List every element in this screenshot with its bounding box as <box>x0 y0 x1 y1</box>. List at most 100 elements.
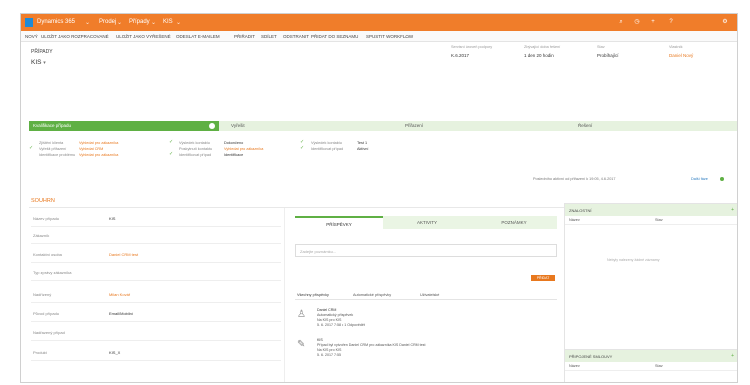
add-post-button[interactable]: PŘIDAT <box>531 275 555 281</box>
step-value[interactable]: Dokončeno <box>224 141 243 145</box>
field-label: Název případu <box>33 216 60 221</box>
filter-auto-posts[interactable]: Automatické příspěvky <box>353 293 391 297</box>
field-value[interactable]: Milan Kovář <box>109 292 130 297</box>
filter-user-posts[interactable]: Uživatelské <box>420 293 439 297</box>
activity-item[interactable]: ♙ Daniel CRM Automatický příspěvek Na KI… <box>295 306 557 332</box>
stage-resolve[interactable]: Vyřešit <box>227 121 387 131</box>
panel-header: ZNALOSTNÍ + <box>565 204 737 216</box>
entity-label: PŘÍPADY <box>31 49 53 55</box>
nav-record[interactable]: KIS <box>163 19 173 25</box>
process-status-note: Posledního aktivní od přiřazení k 19:05,… <box>533 177 616 181</box>
column-header[interactable]: Název <box>569 218 580 222</box>
field-label: Nadřazený případ <box>33 330 65 335</box>
step-value[interactable]: Vyhledat CRM <box>79 147 103 151</box>
save-in-progress-button[interactable]: ULOŽIT JAKO ROZPRACOVANÉ <box>41 34 109 39</box>
post-placeholder: Zadejte poznámku... <box>300 249 337 254</box>
assign-button[interactable]: PŘIŘADIT <box>234 34 255 39</box>
tab-notes[interactable]: POZNÁMKY <box>471 216 557 229</box>
stage-qualify[interactable]: Kvalifikace případu <box>29 121 219 131</box>
share-button[interactable]: SDÍLET <box>261 34 277 39</box>
post-filter-tabs: Všechny příspěvky Automatické příspěvky … <box>295 292 557 300</box>
column-header[interactable]: Stav <box>655 218 663 222</box>
step-label: Identifikovat případ <box>311 147 344 151</box>
divider <box>31 243 281 244</box>
email-button[interactable]: ODESLAT E-MAILEM <box>176 34 220 39</box>
chevron-down-icon[interactable]: ⌄ <box>151 19 156 26</box>
divider <box>31 262 281 263</box>
add-to-list-button[interactable]: PŘIDAT DO SEZNAMU <box>311 34 358 39</box>
settings-icon[interactable]: ⚙ <box>721 18 729 26</box>
app-window: Dynamics 365 ⌄ Prodej ⌄ Případy ⌄ KIS ⌄ … <box>20 13 738 383</box>
stage-assignment[interactable]: Přiřazení <box>401 121 551 131</box>
next-stage-link[interactable]: Další fáze <box>691 177 708 181</box>
header-field-remaining: Zbývající doba řešení 1 den 20 hodin <box>524 45 561 58</box>
field-label: Kontaktní osoba <box>33 252 62 257</box>
step-label: Identifikace problému <box>39 153 76 157</box>
more-commands-button[interactable]: ... <box>405 34 409 39</box>
contracts-panel: PŘIPOJENÉ SMLOUVY + Název Stav <box>564 349 737 382</box>
step-value[interactable]: Test 1 <box>357 141 367 145</box>
filter-all-posts[interactable]: Všechny příspěvky <box>297 293 329 297</box>
step-value[interactable]: Vyhledat pro zákazníka <box>79 141 118 145</box>
business-process-bar: Kvalifikace případu Vyřešit Přiřazení Ře… <box>29 121 737 131</box>
field-value[interactable]: KIS_X <box>109 350 120 355</box>
delete-button[interactable]: ODSTRANIT <box>283 34 309 39</box>
add-icon[interactable]: + <box>731 207 734 213</box>
check-icon: ✓ <box>300 145 305 151</box>
history-icon[interactable]: ◷ <box>633 18 641 26</box>
check-icon: ✓ <box>29 145 34 151</box>
field-label: Nadřízený <box>33 292 52 297</box>
add-icon[interactable]: + <box>731 353 734 359</box>
divider <box>31 226 281 227</box>
tab-posts[interactable]: PŘÍSPĚVKY <box>295 216 383 229</box>
step-label: Poskytnutí kontaktu <box>179 147 213 151</box>
column-header[interactable]: Název <box>569 364 580 368</box>
save-resolved-button[interactable]: ULOŽIT JAKO VYŘEŠENÉ <box>116 34 171 39</box>
top-navigation-bar: Dynamics 365 ⌄ Prodej ⌄ Případy ⌄ KIS ⌄ … <box>21 14 737 31</box>
panel-title: PŘIPOJENÉ SMLOUVY <box>569 354 613 359</box>
tab-activities[interactable]: AKTIVITY <box>383 216 471 229</box>
nav-entity[interactable]: Případy <box>129 19 150 25</box>
panel-columns: Název Stav <box>565 216 737 225</box>
field-label: Původ případu <box>33 311 60 316</box>
activity-item[interactable]: ✎ KIS Případ byl vytvořen Daniel CRM pro… <box>295 336 557 362</box>
add-icon[interactable]: + <box>649 18 657 26</box>
step-label: Zjištění klienta <box>39 141 64 145</box>
step-value[interactable]: Vyhledat pro zákazníka <box>224 147 263 151</box>
step-value[interactable]: Vyhledat pro zákazníka <box>79 153 118 157</box>
app-name[interactable]: Dynamics 365 <box>37 19 75 25</box>
flag-icon <box>209 123 215 129</box>
command-bar: NOVÝ ULOŽIT JAKO ROZPRACOVANÉ ULOŽIT JAK… <box>21 31 737 42</box>
section-title: SOUHRN <box>31 198 55 204</box>
post-input[interactable]: Zadejte poznámku... <box>295 244 557 257</box>
person-icon: ♙ <box>297 309 306 320</box>
step-label: Výsledek kontaktu <box>179 141 210 145</box>
field-value[interactable]: Email/Mobilní <box>109 311 133 316</box>
divider <box>31 360 281 361</box>
app-launcher-icon[interactable] <box>25 18 33 27</box>
chevron-down-icon[interactable]: ⌄ <box>85 19 90 26</box>
column-header[interactable]: Stav <box>655 364 663 368</box>
check-icon: ✓ <box>169 151 174 157</box>
help-icon[interactable]: ? <box>667 18 675 26</box>
header-field-status: Stav Probíhající <box>597 45 619 58</box>
step-value[interactable]: Identifikace <box>224 153 243 157</box>
stage-resolution[interactable]: Řešení <box>574 121 734 131</box>
field-value[interactable]: Daniel CRM test <box>109 252 138 257</box>
next-stage-icon[interactable] <box>720 177 724 181</box>
panel-title: ZNALOSTNÍ <box>569 208 592 213</box>
knowledge-panel: ZNALOSTNÍ + Název Stav Nebyly nalezeny ž… <box>564 203 737 353</box>
new-button[interactable]: NOVÝ <box>25 34 38 39</box>
step-label: Výsledek kontaktu <box>311 141 342 145</box>
header-field-sla: Servisní úroveň podpory K.6.2017 <box>451 45 493 58</box>
divider <box>31 340 281 341</box>
nav-area[interactable]: Prodej <box>99 19 116 25</box>
chevron-down-icon[interactable]: ⌄ <box>117 19 122 26</box>
search-icon[interactable]: ⌕ <box>617 18 625 26</box>
chevron-down-icon[interactable]: ⌄ <box>176 19 181 26</box>
step-value[interactable]: Aktivní <box>357 147 368 151</box>
divider <box>31 321 281 322</box>
step-label: Identifikovat případ <box>179 153 212 157</box>
field-value[interactable]: KIS <box>109 216 115 221</box>
header-field-owner[interactable]: Vlastník Daniel Nový <box>669 45 693 58</box>
